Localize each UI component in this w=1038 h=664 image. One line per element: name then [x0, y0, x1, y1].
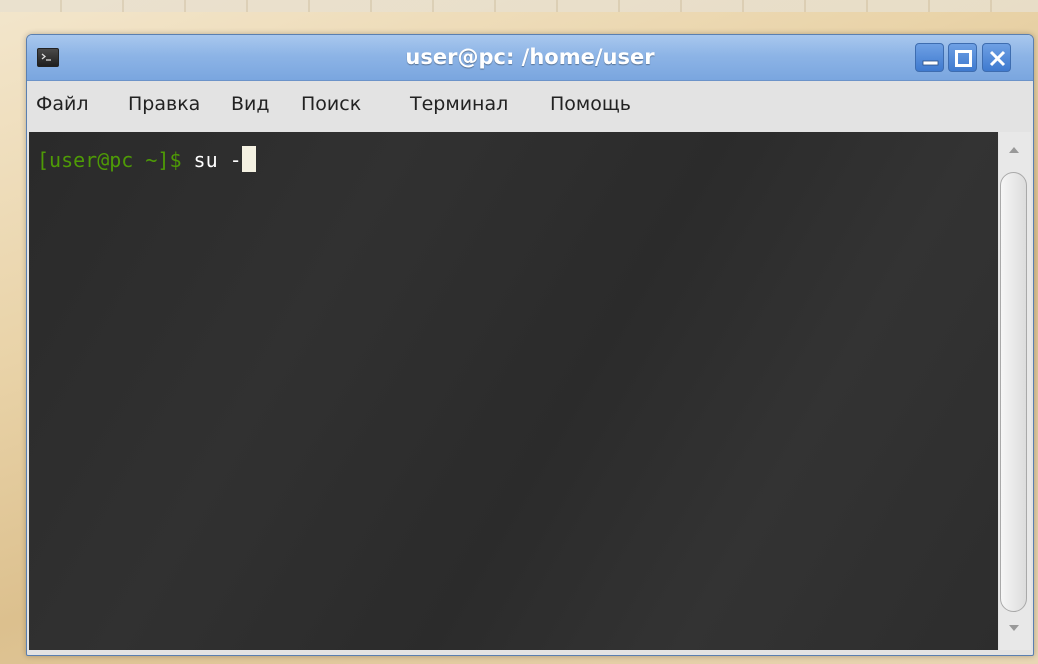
terminal-output[interactable]: [user@pc ~]$ su -	[29, 132, 998, 650]
maximize-button[interactable]	[948, 43, 977, 72]
desktop-background	[0, 0, 1038, 12]
arrow-up-icon[interactable]	[1008, 146, 1020, 154]
close-icon	[989, 50, 1006, 67]
arrow-down-icon[interactable]	[1008, 624, 1020, 632]
menu-search[interactable]: Поиск	[301, 93, 361, 115]
close-button[interactable]	[982, 43, 1011, 72]
maximize-icon	[955, 50, 972, 67]
vertical-scrollbar[interactable]	[999, 132, 1031, 650]
scrollbar-thumb[interactable]	[1000, 172, 1027, 612]
minimize-icon	[922, 60, 939, 66]
text-cursor	[241, 146, 256, 172]
menu-help[interactable]: Помощь	[550, 93, 631, 115]
menu-bar: Файл Правка Вид Поиск Терминал Помощь	[27, 81, 1033, 132]
title-bar[interactable]: user@pc: /home/user	[27, 35, 1033, 81]
typed-command: su -	[181, 148, 242, 172]
terminal-line: [user@pc ~]$ su -	[37, 146, 256, 172]
terminal-window: user@pc: /home/user Файл Правка Вид Поис…	[26, 34, 1034, 656]
menu-edit[interactable]: Правка	[128, 93, 200, 115]
menu-view[interactable]: Вид	[231, 93, 270, 115]
shell-prompt: [user@pc ~]$	[37, 148, 182, 172]
menu-file[interactable]: Файл	[36, 93, 89, 115]
minimize-button[interactable]	[915, 43, 944, 72]
menu-terminal[interactable]: Терминал	[410, 93, 508, 115]
window-title: user@pc: /home/user	[405, 45, 655, 69]
